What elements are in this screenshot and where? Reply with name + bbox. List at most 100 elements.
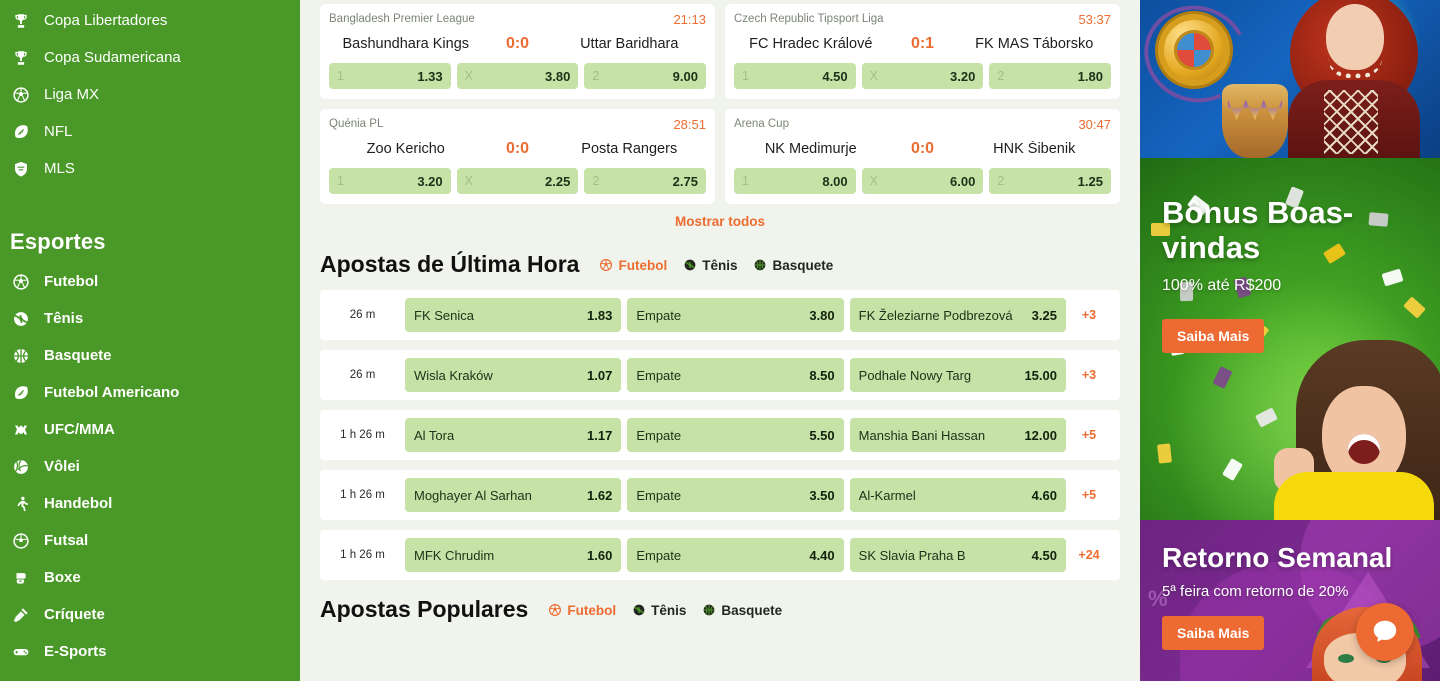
sidebar-item-label: Futebol xyxy=(44,273,99,290)
promo-welcome-bonus[interactable]: Bônus Boas-vindas 100% até R$200 Saiba M… xyxy=(1140,158,1440,520)
away-odd-button[interactable]: SK Slavia Praha B 4.50 xyxy=(849,538,1066,572)
sidebar-leagues-group: Copa Libertadores Copa Sudamericana Liga M… xyxy=(0,2,300,187)
odd-key: 2 xyxy=(997,69,1005,83)
odd-key: 2 xyxy=(997,174,1005,188)
home-odd-button[interactable]: Al Tora 1.17 xyxy=(405,418,622,452)
match-clock: 53:37 xyxy=(1078,11,1111,27)
home-team-name: Bashundhara Kings xyxy=(342,36,470,52)
home-team-name: NK Medimurje xyxy=(764,141,857,157)
draw-odd-button[interactable]: Empate 3.80 xyxy=(627,298,844,332)
live-odd-button[interactable]: 2 9.00 xyxy=(584,63,706,89)
tab-futebol[interactable]: Futebol xyxy=(548,603,616,618)
home-odd-button[interactable]: FK Senica 1.83 xyxy=(405,298,622,332)
sidebar-league-liga-mx[interactable]: Liga MX xyxy=(0,76,300,113)
tab-label: Tênis xyxy=(651,602,687,618)
popular-title: Apostas Populares xyxy=(320,596,529,622)
bet-odds-group: MFK Chrudim 1.60 Empate 4.40 SK Slavia P… xyxy=(405,538,1066,572)
woman-mouth-shape xyxy=(1348,434,1380,464)
away-odd-button[interactable]: Al-Karmel 4.60 xyxy=(849,478,1066,512)
treasure-vase-icon xyxy=(1222,84,1288,158)
odd-value: 1.80 xyxy=(1077,68,1103,84)
live-odd-button[interactable]: X 3.80 xyxy=(456,63,579,89)
draw-odd-button[interactable]: Empate 5.50 xyxy=(627,418,844,452)
live-match-card[interactable]: Arena Cup 30:47 NK Medimurje 0:0 HNK Šib… xyxy=(725,109,1120,204)
live-odd-button[interactable]: 2 1.25 xyxy=(989,168,1111,194)
more-markets-badge[interactable]: +3 xyxy=(1066,368,1112,382)
popular-header: Apostas Populares Futebol Tênis Basquete xyxy=(320,580,1120,635)
sidebar-item-basquete[interactable]: Basquete xyxy=(0,337,300,374)
chat-launcher-button[interactable] xyxy=(1356,603,1414,661)
bet-row[interactable]: 1 h 26 m Moghayer Al Sarhan 1.62 Empate … xyxy=(320,470,1120,520)
tab-t-nis[interactable]: Tênis xyxy=(632,603,686,618)
live-odd-button[interactable]: X 3.20 xyxy=(861,63,984,89)
sidebar-item-handebol[interactable]: Handebol xyxy=(0,485,300,522)
home-odd-button[interactable]: Moghayer Al Sarhan 1.62 xyxy=(405,478,622,512)
sidebar-item-boxe[interactable]: Boxe xyxy=(0,559,300,596)
tab-basquete[interactable]: Basquete xyxy=(753,258,833,273)
bet-row[interactable]: 1 h 26 m Al Tora 1.17 Empate 5.50 Manshi… xyxy=(320,410,1120,460)
sidebar-league-nfl[interactable]: NFL xyxy=(0,113,300,150)
live-card-top: Arena Cup 30:47 xyxy=(734,116,1111,132)
bet-row[interactable]: 1 h 26 m MFK Chrudim 1.60 Empate 4.40 SK… xyxy=(320,530,1120,580)
popular-tabs: Futebol Tênis Basquete xyxy=(548,603,782,618)
away-team-name: Manshia Bani Hassan xyxy=(858,427,986,443)
live-odd-button[interactable]: 1 3.20 xyxy=(329,168,451,194)
sidebar-item-futsal[interactable]: Futsal xyxy=(0,522,300,559)
more-markets-badge[interactable]: +5 xyxy=(1066,488,1112,502)
away-odd-value: 3.25 xyxy=(1031,307,1057,323)
draw-odd-button[interactable]: Empate 4.40 xyxy=(627,538,844,572)
away-odd-button[interactable]: Manshia Bani Hassan 12.00 xyxy=(849,418,1066,452)
odd-value: 3.80 xyxy=(545,68,571,84)
more-markets-badge[interactable]: +3 xyxy=(1066,308,1112,322)
live-odd-button[interactable]: 2 2.75 xyxy=(584,168,706,194)
home-odd-button[interactable]: MFK Chrudim 1.60 xyxy=(405,538,622,572)
live-odd-button[interactable]: X 2.25 xyxy=(456,168,579,194)
tab-futebol[interactable]: Futebol xyxy=(599,258,667,273)
sidebar-league-copa-sudamericana[interactable]: Copa Sudamericana xyxy=(0,39,300,76)
draw-odd-button[interactable]: Empate 3.50 xyxy=(627,478,844,512)
sidebar-item-futebol-americano[interactable]: Futebol Americano xyxy=(0,374,300,411)
home-odd-button[interactable]: Wisla Kraków 1.07 xyxy=(405,358,622,392)
trophy-icon xyxy=(10,47,32,69)
more-markets-badge[interactable]: +24 xyxy=(1066,548,1112,562)
more-markets-badge[interactable]: +5 xyxy=(1066,428,1112,442)
sidebar-item-v-lei[interactable]: Vôlei xyxy=(0,448,300,485)
sidebar-item-cr-quete[interactable]: Críquete xyxy=(0,596,300,633)
live-odd-button[interactable]: 1 1.33 xyxy=(329,63,451,89)
sidebar-item-golfe[interactable]: Golfe xyxy=(0,670,300,681)
odd-value: 1.25 xyxy=(1077,173,1103,189)
soccer-ball-icon xyxy=(548,603,562,617)
draw-odd-button[interactable]: Empate 8.50 xyxy=(627,358,844,392)
sidebar-item-ufc-mma[interactable]: UFC/MMA xyxy=(0,411,300,448)
bet-row[interactable]: 26 m Wisla Kraków 1.07 Empate 8.50 Podha… xyxy=(320,350,1120,400)
live-match-card[interactable]: Quénia PL 28:51 Zoo Kericho 0:0 Posta Ra… xyxy=(320,109,715,204)
live-odd-button[interactable]: 2 1.80 xyxy=(989,63,1111,89)
live-match-card[interactable]: Bangladesh Premier League 21:13 Bashundh… xyxy=(320,4,715,99)
golf-icon xyxy=(10,678,32,681)
odd-key: 1 xyxy=(337,174,344,188)
tennis-ball-icon xyxy=(683,258,697,272)
tab-basquete[interactable]: Basquete xyxy=(702,603,782,618)
promo-pirate-art[interactable] xyxy=(1140,0,1440,158)
bet-row[interactable]: 26 m FK Senica 1.83 Empate 3.80 FK Želez… xyxy=(320,290,1120,340)
welcome-bonus-button[interactable]: Saiba Mais xyxy=(1162,319,1265,354)
sidebar-league-copa-libertadores[interactable]: Copa Libertadores xyxy=(0,2,300,39)
live-card-odds: 1 4.50 X 3.20 2 1.80 xyxy=(734,63,1111,89)
sidebar-item-e-sports[interactable]: E-Sports xyxy=(0,633,300,670)
live-card-odds: 1 3.20 X 2.25 2 2.75 xyxy=(329,168,706,194)
sidebar-item-t-nis[interactable]: Tênis xyxy=(0,300,300,337)
sidebar-league-mls[interactable]: MLS xyxy=(0,150,300,187)
live-odd-button[interactable]: 1 4.50 xyxy=(734,63,856,89)
away-odd-button[interactable]: FK Železiarne Podbrezová 3.25 xyxy=(849,298,1066,332)
live-match-card[interactable]: Czech Republic Tipsport Liga 53:37 FC Hr… xyxy=(725,4,1120,99)
show-all-link[interactable]: Mostrar todos xyxy=(675,214,765,229)
welcome-bonus-subtitle: 100% até R$200 xyxy=(1162,277,1282,295)
tab-t-nis[interactable]: Tênis xyxy=(683,258,737,273)
live-odd-button[interactable]: 1 8.00 xyxy=(734,168,856,194)
sidebar-item-futebol[interactable]: Futebol xyxy=(0,263,300,300)
handball-icon xyxy=(10,493,32,515)
tab-label: Futebol xyxy=(567,602,617,618)
live-odd-button[interactable]: X 6.00 xyxy=(861,168,984,194)
weekly-return-button[interactable]: Saiba Mais xyxy=(1162,616,1265,651)
away-odd-button[interactable]: Podhale Nowy Targ 15.00 xyxy=(849,358,1066,392)
